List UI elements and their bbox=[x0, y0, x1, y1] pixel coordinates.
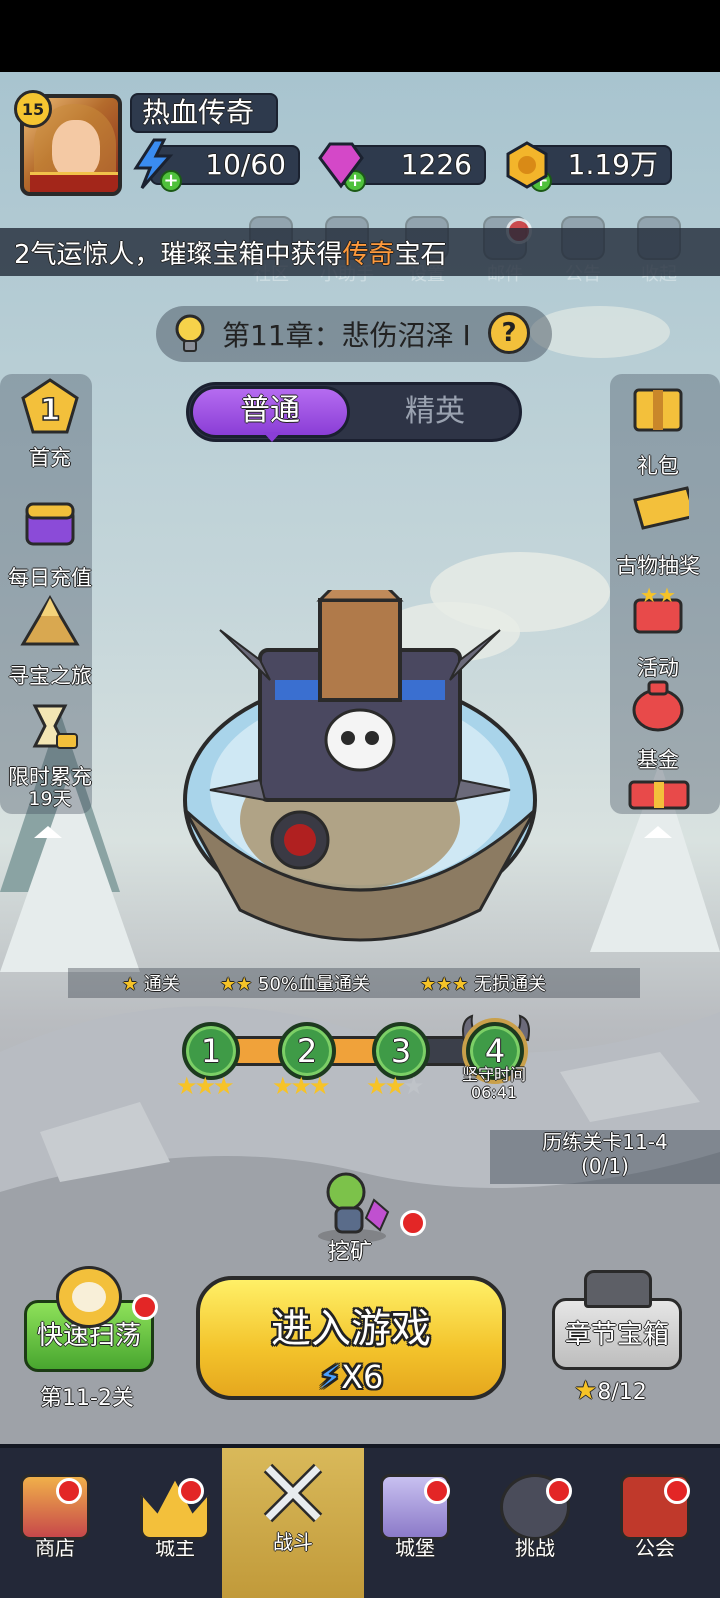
player-name[interactable]: 热血传奇 bbox=[130, 93, 278, 133]
battle-swords-icon bbox=[263, 1463, 323, 1523]
star-condition-3: ★★★ 无损通关 bbox=[420, 974, 547, 995]
nav-castle[interactable]: 城堡 bbox=[360, 1448, 470, 1598]
right-menu-expand-arrow[interactable] bbox=[644, 826, 672, 838]
mode-normal-tab[interactable]: 普通 bbox=[190, 386, 350, 442]
energy-cost-icon: ⚡ bbox=[318, 1358, 342, 1396]
star-condition-1: ★ 通关 bbox=[122, 974, 180, 995]
mining-label: 挖矿 bbox=[328, 1240, 373, 1265]
shop-notification-dot bbox=[56, 1478, 82, 1504]
chapter-chest-progress: ★8/12 bbox=[574, 1376, 647, 1406]
svg-text:★★: ★★ bbox=[640, 586, 676, 607]
chapter-help-button[interactable]: ? bbox=[488, 312, 530, 354]
chapter-title: 第11章：悲伤沼泽 I bbox=[222, 319, 471, 352]
chest-icon bbox=[584, 1270, 652, 1308]
ticker-text: 2气运惊人，璀璨宝箱中获得传奇宝石 bbox=[14, 240, 447, 270]
first-recharge-button[interactable]: 1 首充 bbox=[0, 376, 100, 472]
star-condition-2: ★★ 50%血量通关 bbox=[220, 974, 371, 995]
events-icon: ★★ bbox=[633, 583, 683, 634]
energy-bolt-icon bbox=[133, 138, 174, 189]
gem-icon bbox=[318, 142, 364, 189]
treasure-hunt-icon bbox=[20, 595, 80, 646]
goblin-miner-icon[interactable] bbox=[312, 1164, 402, 1244]
fund-button[interactable]: 基金 bbox=[608, 678, 708, 774]
chapter-chest-button[interactable]: 章节宝箱 bbox=[552, 1298, 682, 1370]
stage-3-stars: ★★★ bbox=[366, 1072, 424, 1100]
castle-notification-dot bbox=[424, 1478, 450, 1504]
svg-text:1: 1 bbox=[40, 393, 61, 428]
fund-icon bbox=[632, 680, 684, 732]
gold-coin-icon bbox=[506, 141, 548, 189]
nav-shop[interactable]: 商店 bbox=[0, 1448, 110, 1598]
first-recharge-icon: 1 bbox=[21, 378, 79, 434]
nav-lord[interactable]: 城主 bbox=[120, 1448, 230, 1598]
announcement-ticker: 2气运惊人，璀璨宝箱中获得传奇宝石 bbox=[0, 228, 720, 276]
stage-2-stars: ★★★ bbox=[272, 1072, 331, 1100]
trial-stage-info[interactable]: 历练关卡11-4 (0/1) bbox=[490, 1130, 720, 1184]
challenge-notification-dot bbox=[546, 1478, 572, 1504]
gift-pack-icon bbox=[633, 388, 683, 432]
quick-sweep-notification-dot bbox=[132, 1294, 158, 1320]
stage-1-stars: ★★★ bbox=[176, 1072, 235, 1100]
quick-sweep-stage: 第11-2关 bbox=[40, 1386, 134, 1411]
relic-lottery-icon bbox=[633, 486, 697, 530]
lord-notification-dot bbox=[178, 1478, 204, 1504]
alarm-clock-icon bbox=[56, 1266, 122, 1328]
treasure-hunt-button[interactable]: 寻宝之旅 bbox=[0, 594, 100, 690]
events-button[interactable]: ★★ 活动 bbox=[608, 583, 708, 682]
guild-notification-dot bbox=[664, 1478, 690, 1504]
limited-recharge-icon bbox=[32, 704, 78, 749]
left-menu-expand-arrow[interactable] bbox=[34, 826, 62, 838]
nav-challenge[interactable]: 挑战 bbox=[480, 1448, 590, 1598]
enter-game-button[interactable]: 进入游戏 ⚡X6 bbox=[196, 1276, 506, 1400]
nav-battle[interactable]: 战斗 bbox=[222, 1448, 364, 1598]
hint-bulb-icon[interactable] bbox=[174, 314, 206, 354]
boss-island[interactable] bbox=[180, 590, 580, 950]
player-level-badge: 15 bbox=[14, 90, 52, 128]
relic-lottery-button[interactable]: 古物抽奖 bbox=[608, 484, 708, 580]
limited-recharge-button[interactable]: 限时累充 19天 bbox=[0, 700, 100, 810]
mining-notification-dot bbox=[400, 1210, 426, 1236]
more-gifts-icon[interactable] bbox=[628, 780, 690, 810]
daily-recharge-button[interactable]: 每日充值 bbox=[0, 496, 100, 592]
mode-elite-tab[interactable]: 精英 bbox=[360, 386, 510, 438]
nav-guild[interactable]: 公会 bbox=[600, 1448, 710, 1598]
daily-recharge-icon bbox=[25, 502, 75, 546]
defend-timer: 坚守时间 06:41 bbox=[461, 1065, 526, 1102]
gift-pack-button[interactable]: 礼包 bbox=[608, 384, 708, 480]
